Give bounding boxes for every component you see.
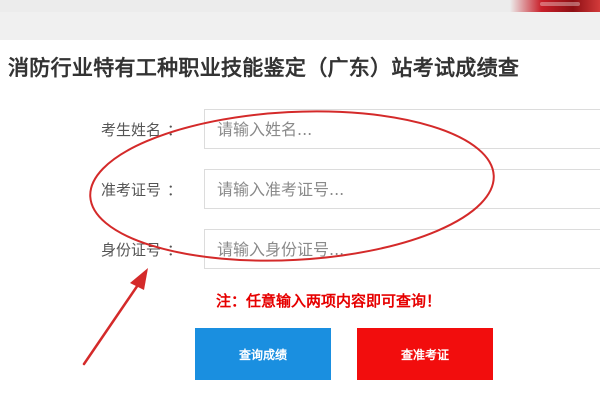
exam-cert-label: 准考证号： — [100, 181, 182, 199]
id-number-input[interactable] — [204, 229, 600, 269]
name-input[interactable] — [204, 109, 600, 149]
query-note: 注：任意输入两项内容即可查询！ — [216, 292, 442, 310]
id-number-label: 身份证号： — [100, 241, 182, 259]
exam-cert-row: 准考证号： — [0, 169, 600, 209]
query-score-button[interactable]: 查询成绩 — [195, 328, 331, 380]
id-number-row: 身份证号： — [0, 229, 600, 269]
name-row: 考生姓名： — [0, 109, 600, 149]
query-ticket-button[interactable]: 查准考证 — [357, 328, 493, 380]
banner-image — [0, 0, 600, 12]
title-strip — [0, 12, 600, 40]
exam-cert-input[interactable] — [204, 169, 600, 209]
name-label: 考生姓名： — [100, 121, 182, 139]
pointer-arrow-icon — [130, 268, 148, 290]
page-title: 消防行业特有工种职业技能鉴定（广东）站考试成绩查 — [8, 56, 520, 80]
banner-decoration — [510, 0, 600, 12]
pointer-arrow-shaft — [82, 277, 144, 366]
